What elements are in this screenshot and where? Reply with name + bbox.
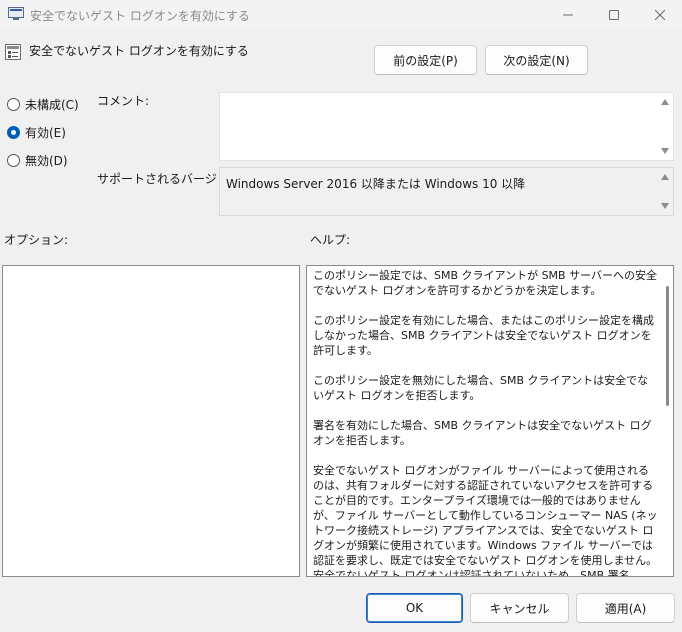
radio-not-configured[interactable]: 未構成(C) — [7, 96, 79, 113]
supported-versions-value: Windows Server 2016 以降または Windows 10 以降 — [226, 177, 526, 191]
help-text: このポリシー設定では、SMB クライアントが SMB サーバーへの安全でないゲス… — [313, 268, 659, 577]
scroll-up-icon[interactable] — [661, 174, 669, 180]
previous-setting-button[interactable]: 前の設定(P) — [374, 45, 477, 75]
policy-setting-icon — [5, 44, 21, 60]
close-icon — [655, 10, 665, 20]
scroll-down-icon[interactable] — [661, 203, 669, 209]
supported-versions-field: Windows Server 2016 以降または Windows 10 以降 — [219, 167, 674, 216]
supported-scrollbar[interactable] — [657, 168, 673, 215]
radio-enabled-circle[interactable] — [7, 126, 20, 139]
options-label: オプション: — [4, 233, 69, 247]
setting-title: 安全でないゲスト ログオンを有効にする — [29, 44, 249, 58]
policy-setting-dialog: 安全でないゲスト ログオンを有効にする 安全でないゲスト ログオンを有効にする … — [0, 0, 682, 632]
help-panel[interactable]: このポリシー設定では、SMB クライアントが SMB サーバーへの安全でないゲス… — [306, 265, 674, 577]
comment-scrollbar[interactable] — [657, 93, 673, 160]
maximize-icon — [609, 10, 619, 20]
cancel-button[interactable]: キャンセル — [470, 593, 569, 623]
help-paragraph: このポリシー設定を無効にした場合、SMB クライアントは安全でないゲスト ログオ… — [313, 374, 649, 402]
help-scrollbar-thumb[interactable] — [666, 286, 669, 406]
radio-not-configured-circle[interactable] — [7, 98, 20, 111]
minimize-button[interactable] — [545, 0, 591, 30]
scroll-up-icon[interactable] — [661, 99, 669, 105]
help-paragraph: このポリシー設定を有効にした場合、またはこのポリシー設定を構成しなかった場合、S… — [313, 314, 654, 357]
comment-label: コメント: — [97, 94, 150, 108]
help-paragraph: このポリシー設定では、SMB クライアントが SMB サーバーへの安全でないゲス… — [313, 269, 657, 297]
window-title: 安全でないゲスト ログオンを有効にする — [30, 9, 250, 23]
close-button[interactable] — [637, 0, 682, 30]
minimize-icon — [563, 14, 573, 16]
help-label: ヘルプ: — [310, 233, 351, 247]
radio-disabled-circle[interactable] — [7, 154, 20, 167]
help-paragraph: 安全でないゲスト ログオンがファイル サーバーによって使用されるのは、共有フォル… — [313, 464, 658, 577]
maximize-button[interactable] — [591, 0, 637, 30]
radio-disabled-label: 無効(D) — [25, 154, 68, 168]
comment-textarea[interactable] — [219, 92, 674, 161]
ok-button[interactable]: OK — [366, 593, 463, 623]
radio-enabled-label: 有効(E) — [25, 126, 66, 140]
next-setting-button[interactable]: 次の設定(N) — [485, 45, 588, 75]
scroll-down-icon[interactable] — [661, 148, 669, 154]
radio-enabled[interactable]: 有効(E) — [7, 124, 66, 141]
apply-button[interactable]: 適用(A) — [576, 593, 675, 623]
radio-not-configured-label: 未構成(C) — [25, 98, 79, 112]
policy-app-icon — [8, 7, 24, 20]
title-bar: 安全でないゲスト ログオンを有効にする — [0, 0, 682, 30]
options-panel — [2, 265, 300, 577]
help-paragraph: 署名を有効にした場合、SMB クライアントは安全でないゲスト ログオンを拒否しま… — [313, 419, 652, 447]
radio-disabled[interactable]: 無効(D) — [7, 152, 68, 169]
